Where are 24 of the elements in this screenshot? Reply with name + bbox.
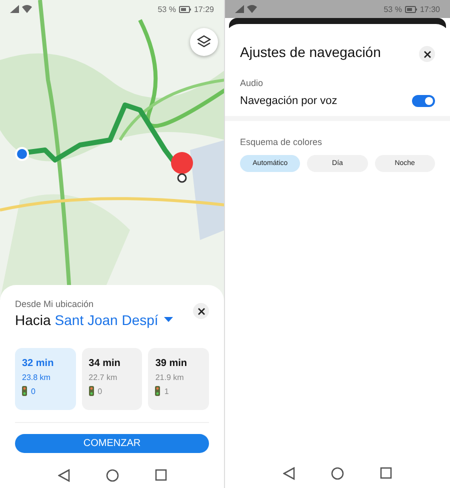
- route-option[interactable]: 32 min 23.8 km 0: [15, 348, 76, 410]
- start-button[interactable]: COMENZAR: [15, 434, 209, 453]
- traffic-light-count: 0: [31, 386, 36, 396]
- route-distance: 21.9 km: [155, 373, 185, 382]
- setting-label: Navegación por voz: [240, 95, 338, 107]
- clock: 17:30: [420, 4, 440, 14]
- route-duration: 32 min: [22, 358, 55, 369]
- battery-level: 53 %: [158, 4, 176, 14]
- route-duration: 34 min: [88, 358, 122, 369]
- section-heading: Esquema de colores: [240, 137, 324, 147]
- traffic-light-count: 0: [98, 386, 102, 396]
- origin-label: Desde Mi ubicación: [15, 299, 95, 309]
- route-distance: 23.8 km: [22, 373, 52, 382]
- section-heading: Audio: [240, 78, 264, 88]
- clock: 17:29: [194, 4, 214, 14]
- route-option[interactable]: 34 min 22.7 km 0: [82, 348, 142, 410]
- route-duration: 39 min: [155, 358, 188, 369]
- destination-prefix: Hacia: [15, 312, 51, 328]
- traffic-light-count: 1: [164, 386, 169, 396]
- route-distance: 22.7 km: [88, 373, 118, 382]
- sheet-title: Ajustes de navegación: [240, 44, 381, 60]
- route-option[interactable]: 39 min 21.9 km 1: [148, 348, 210, 410]
- battery-level: 53 %: [384, 4, 402, 14]
- destination-dropdown[interactable]: Sant Joan Despí: [54, 312, 158, 328]
